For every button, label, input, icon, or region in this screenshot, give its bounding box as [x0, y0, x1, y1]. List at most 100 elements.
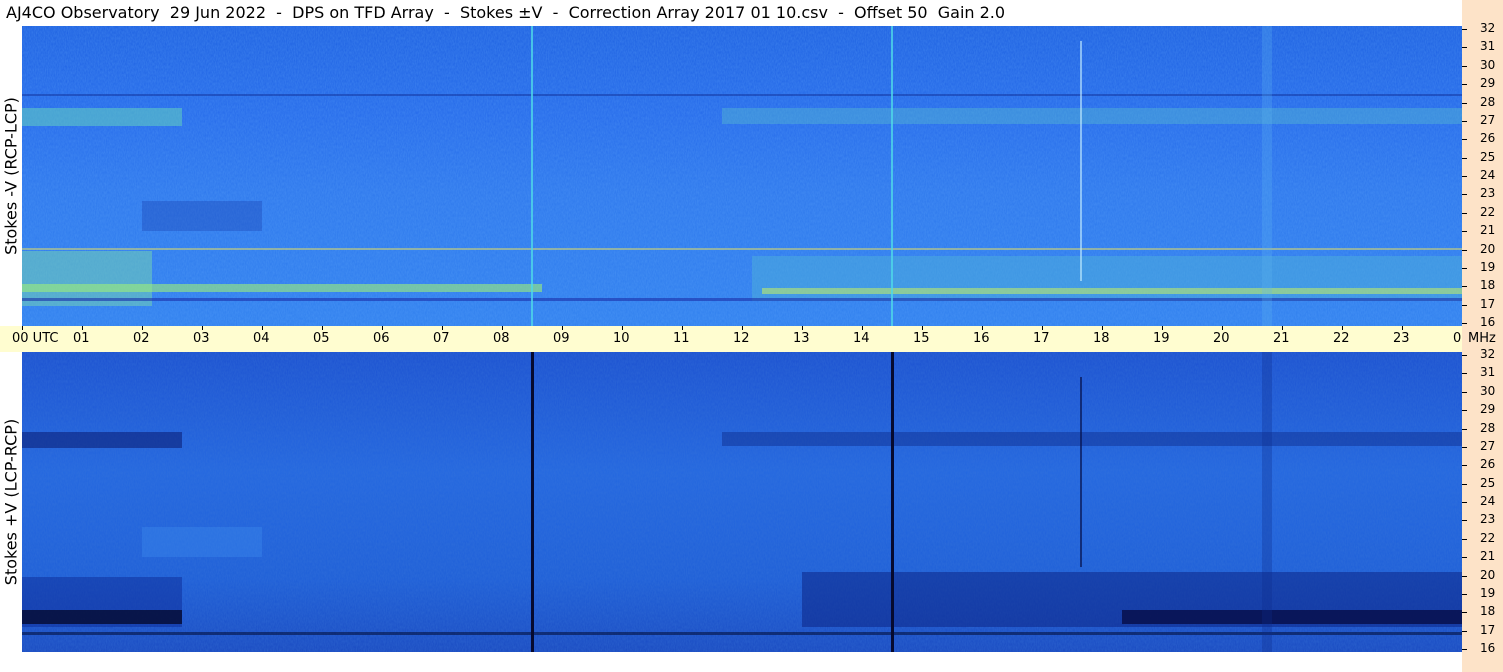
freq-label: 28: [1480, 95, 1496, 109]
freq-label: 24: [1480, 168, 1496, 182]
freq-label: 23: [1480, 186, 1496, 200]
time-tick: [562, 326, 563, 330]
top-spectrogram: [22, 26, 1462, 326]
bottom-spectrogram-image: [22, 352, 1462, 652]
time-tick: [1162, 326, 1163, 330]
freq-label: 16: [1480, 641, 1496, 655]
bottom-panel-ylabel: Stokes +V (LCP-RCP): [0, 352, 22, 652]
time-tick: [802, 326, 803, 330]
freq-tick: [1462, 121, 1467, 122]
freq-tick: [1462, 447, 1467, 448]
freq-label: 24: [1480, 494, 1496, 508]
time-tick: [442, 326, 443, 330]
time-tick: [922, 326, 923, 330]
freq-tick: [1462, 484, 1467, 485]
freq-label: 32: [1480, 347, 1496, 361]
freq-label: 18: [1480, 604, 1496, 618]
freq-tick: [1462, 594, 1467, 595]
time-tick: [82, 326, 83, 330]
freq-tick: [1462, 139, 1467, 140]
freq-tick: [1462, 66, 1467, 67]
freq-tick: [1462, 612, 1467, 613]
bottom-margin: [0, 652, 1462, 672]
freq-tick: [1462, 576, 1467, 577]
time-tick: [142, 326, 143, 330]
freq-label: 17: [1480, 623, 1496, 637]
time-tick: [1402, 326, 1403, 330]
freq-label: 17: [1480, 297, 1496, 311]
time-tick: [1102, 326, 1103, 330]
freq-label: 27: [1480, 439, 1496, 453]
top-panel-label: Stokes -V (RCP-LCP): [1, 97, 21, 255]
time-tick: [1282, 326, 1283, 330]
freq-tick: [1462, 465, 1467, 466]
freq-label: 28: [1480, 421, 1496, 435]
freq-label: 21: [1480, 223, 1496, 237]
freq-label: 22: [1480, 531, 1496, 545]
freq-tick: [1462, 213, 1467, 214]
time-tick: [1342, 326, 1343, 330]
freq-label: 31: [1480, 39, 1496, 53]
time-tick: [622, 326, 623, 330]
freq-tick: [1462, 194, 1467, 195]
freq-label: 30: [1480, 58, 1496, 72]
freq-tick: [1462, 429, 1467, 430]
freq-tick: [1462, 47, 1467, 48]
freq-label: 30: [1480, 384, 1496, 398]
freq-tick: [1462, 176, 1467, 177]
freq-tick: [1462, 305, 1467, 306]
freq-tick: [1462, 520, 1467, 521]
time-tick: [682, 326, 683, 330]
time-tick: [202, 326, 203, 330]
freq-tick: [1462, 84, 1467, 85]
freq-tick: [1462, 631, 1467, 632]
freq-tick: [1462, 103, 1467, 104]
freq-label: 16: [1480, 315, 1496, 329]
bottom-panel-label: Stokes +V (LCP-RCP): [1, 418, 21, 586]
top-panel-ylabel: Stokes -V (RCP-LCP): [0, 26, 22, 326]
time-tick: [262, 326, 263, 330]
freq-tick: [1462, 410, 1467, 411]
freq-tick: [1462, 392, 1467, 393]
frequency-axis: MHz 32 31 30 29 28 27 26 25 24 23 22 21 20 19 18 17 16 32…: [1462, 0, 1503, 672]
freq-label: 25: [1480, 150, 1496, 164]
freq-tick: [1462, 158, 1467, 159]
freq-label: 20: [1480, 242, 1496, 256]
freq-label: 32: [1480, 21, 1496, 35]
freq-label: 26: [1480, 457, 1496, 471]
frequency-unit-label: MHz: [1468, 331, 1496, 346]
freq-label: 26: [1480, 131, 1496, 145]
time-tick: [382, 326, 383, 330]
freq-label: 23: [1480, 512, 1496, 526]
time-tick: [742, 326, 743, 330]
freq-label: 27: [1480, 113, 1496, 127]
freq-tick: [1462, 231, 1467, 232]
time-tick: [22, 326, 23, 330]
top-spectrogram-image: [22, 26, 1462, 326]
freq-label: 29: [1480, 402, 1496, 416]
freq-label: 21: [1480, 549, 1496, 563]
freq-tick: [1462, 557, 1467, 558]
bottom-spectrogram: [22, 352, 1462, 652]
time-tick: [322, 326, 323, 330]
time-tick: [1222, 326, 1223, 330]
time-tick: [862, 326, 863, 330]
freq-tick: [1462, 29, 1467, 30]
time-tick: [502, 326, 503, 330]
freq-label: 31: [1480, 365, 1496, 379]
freq-tick: [1462, 502, 1467, 503]
freq-label: 25: [1480, 476, 1496, 490]
freq-label: 22: [1480, 205, 1496, 219]
freq-tick: [1462, 250, 1467, 251]
freq-label: 18: [1480, 278, 1496, 292]
freq-tick: [1462, 373, 1467, 374]
freq-label: 29: [1480, 76, 1496, 90]
freq-label: 20: [1480, 568, 1496, 582]
time-tick: [1042, 326, 1043, 330]
freq-tick: [1462, 323, 1467, 324]
freq-tick: [1462, 649, 1467, 650]
time-tick: [982, 326, 983, 330]
freq-label: 19: [1480, 586, 1496, 600]
freq-tick: [1462, 355, 1467, 356]
time-axis-ticks: [22, 326, 1463, 352]
